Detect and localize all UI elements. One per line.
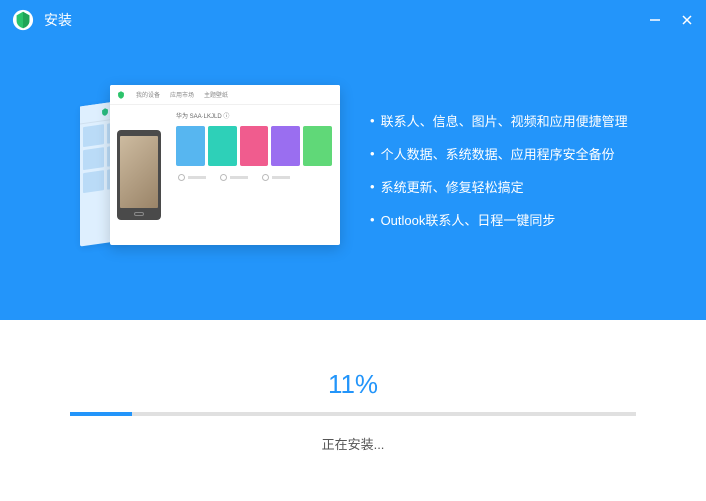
feature-text: 联系人、信息、图片、视频和应用便捷管理	[381, 111, 628, 130]
feature-item: • Outlook联系人、日程一键同步	[370, 210, 628, 229]
bullet-icon: •	[370, 179, 375, 194]
progress-status: 正在安装...	[322, 434, 385, 453]
feature-item: • 系统更新、修复轻松搞定	[370, 177, 628, 196]
titlebar: 安装	[0, 0, 706, 40]
preview-tab: 我的设备	[136, 90, 160, 99]
window-title: 安装	[44, 10, 648, 30]
progress-fill	[70, 412, 132, 416]
feature-item: • 个人数据、系统数据、应用程序安全备份	[370, 144, 628, 163]
app-logo-icon	[12, 9, 34, 31]
phone-icon	[117, 130, 161, 220]
preview-tab: 主题壁纸	[204, 90, 228, 99]
installer-window: 安装 我的设备 应用市场	[0, 0, 706, 501]
preview-tab: 应用市场	[170, 90, 194, 99]
bullet-icon: •	[370, 113, 375, 128]
bullet-icon: •	[370, 212, 375, 227]
progress-area: 11% 正在安装...	[0, 320, 706, 501]
feature-text: Outlook联系人、日程一键同步	[381, 210, 556, 229]
feature-item: • 联系人、信息、图片、视频和应用便捷管理	[370, 111, 628, 130]
hero-content: 我的设备 应用市场 主题壁纸 华为 SAA·LKJLD ⓘ	[0, 40, 706, 320]
feature-text: 个人数据、系统数据、应用程序安全备份	[381, 144, 615, 163]
feature-list: • 联系人、信息、图片、视频和应用便捷管理 • 个人数据、系统数据、应用程序安全…	[370, 111, 628, 229]
preview-device-name: 华为 SAA·LKJLD ⓘ	[176, 111, 332, 120]
minimize-button[interactable]	[648, 13, 662, 27]
close-button[interactable]	[680, 13, 694, 27]
preview-illustration: 我的设备 应用市场 主题壁纸 华为 SAA·LKJLD ⓘ	[80, 85, 340, 255]
window-controls	[648, 13, 694, 27]
bullet-icon: •	[370, 146, 375, 161]
progress-bar	[70, 412, 636, 416]
header-area: 安装 我的设备 应用市场	[0, 0, 706, 320]
feature-text: 系统更新、修复轻松搞定	[381, 177, 524, 196]
progress-percent: 11%	[328, 369, 378, 400]
preview-main-card: 我的设备 应用市场 主题壁纸 华为 SAA·LKJLD ⓘ	[110, 85, 340, 245]
